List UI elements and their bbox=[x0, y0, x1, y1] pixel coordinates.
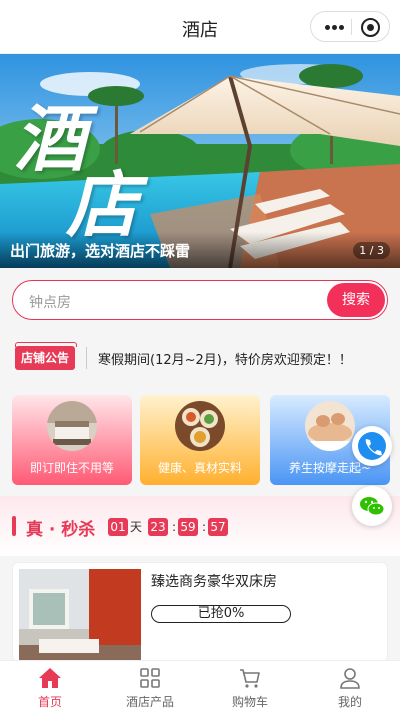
flash-sale-title: 真 · 秒杀 bbox=[26, 520, 96, 540]
wechat-contact-button[interactable] bbox=[352, 486, 392, 526]
tab-label: 首页 bbox=[37, 695, 62, 709]
store-notice[interactable]: 店铺公告 寒假期间(12月~2月)，特价房欢迎预定！！ bbox=[0, 336, 400, 380]
countdown-day-unit: 天 bbox=[130, 520, 143, 534]
countdown-days: 01 bbox=[108, 518, 128, 536]
tab-home[interactable]: 首页 bbox=[0, 661, 100, 712]
bedroom-image bbox=[47, 401, 97, 451]
search-button[interactable]: 搜索 bbox=[327, 283, 385, 317]
bottom-tab-bar: 首页 酒店产品 购物车 我的 bbox=[0, 660, 400, 712]
feature-label: 即订即住不用等 bbox=[29, 461, 114, 475]
search-input[interactable]: 钟点房 bbox=[29, 292, 71, 312]
grid-icon bbox=[140, 668, 160, 688]
tab-hotel-products[interactable]: 酒店产品 bbox=[100, 661, 200, 712]
banner-pager: 1 / 3 bbox=[353, 242, 390, 259]
banner-caption-bar: 出门旅游，选对酒店不踩雷 bbox=[0, 232, 400, 268]
hero-banner[interactable]: 酒 店 出门旅游，选对酒店不踩雷 1 / 3 bbox=[0, 54, 400, 268]
search-bar[interactable]: 钟点房 搜索 bbox=[12, 280, 388, 320]
close-target-icon[interactable] bbox=[361, 18, 380, 37]
top-nav-bar: 酒店 bbox=[0, 0, 400, 54]
countdown-seconds: 57 bbox=[208, 518, 228, 536]
phone-icon bbox=[358, 432, 386, 460]
wechat-icon bbox=[360, 497, 385, 516]
banner-caption: 出门旅游，选对酒店不踩雷 bbox=[10, 242, 191, 260]
flash-sale-product-card[interactable]: 臻选商务豪华双床房 已抢0% bbox=[12, 562, 388, 662]
feature-label: 健康、真材实料 bbox=[157, 461, 242, 475]
tab-label: 购物车 bbox=[231, 695, 268, 709]
massage-image bbox=[305, 401, 355, 451]
countdown-sep: : bbox=[172, 520, 177, 534]
mini-program-capsule bbox=[310, 11, 390, 42]
countdown-minutes: 59 bbox=[178, 518, 198, 536]
tab-cart[interactable]: 购物车 bbox=[200, 661, 300, 712]
notice-tag: 店铺公告 bbox=[15, 342, 77, 370]
capsule-divider bbox=[351, 19, 352, 35]
countdown-hours: 23 bbox=[148, 518, 168, 536]
section-accent-bar bbox=[12, 516, 16, 536]
tab-label: 我的 bbox=[337, 695, 362, 709]
room-image bbox=[19, 569, 141, 661]
home-icon bbox=[39, 668, 61, 688]
tab-profile[interactable]: 我的 bbox=[300, 661, 400, 712]
countdown-sep: : bbox=[202, 520, 207, 534]
cart-icon bbox=[240, 669, 260, 688]
notice-text: 寒假期间(12月~2月)，特价房欢迎预定！！ bbox=[98, 353, 352, 368]
more-dots-icon[interactable] bbox=[325, 25, 345, 30]
product-name: 臻选商务豪华双床房 bbox=[151, 574, 277, 590]
user-icon bbox=[340, 668, 360, 689]
feature-card-instant-booking[interactable]: 即订即住不用等 bbox=[12, 395, 132, 485]
feature-card-healthy-food[interactable]: 健康、真材实料 bbox=[140, 395, 260, 485]
food-image bbox=[175, 401, 225, 451]
phone-call-button[interactable] bbox=[352, 426, 392, 466]
flash-sale-header: 真 · 秒杀 01 天 23 : 59 : 57 bbox=[0, 496, 400, 556]
tab-label: 酒店产品 bbox=[125, 695, 174, 709]
notice-divider bbox=[86, 347, 87, 369]
sold-progress: 已抢0% bbox=[151, 605, 291, 623]
